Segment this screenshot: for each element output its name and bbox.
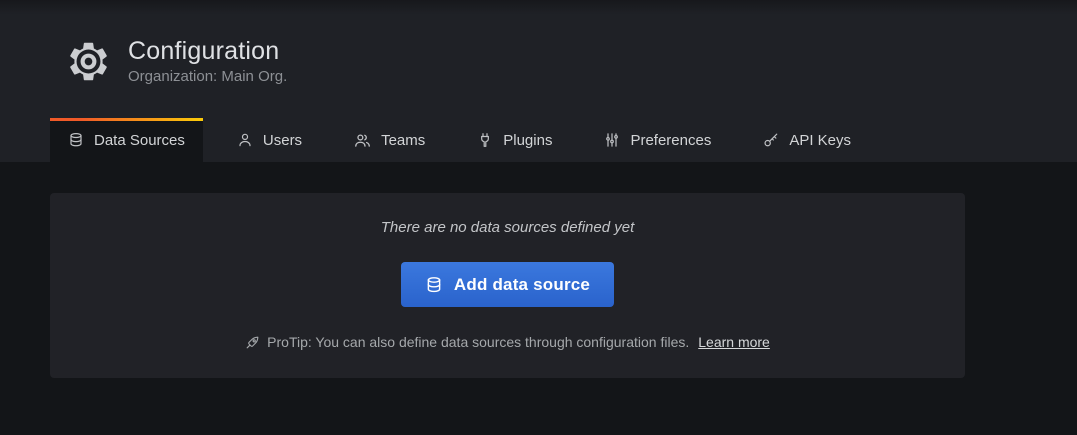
config-tab-bar: Data Sources Users Teams Plugins [50,118,885,162]
learn-more-link[interactable]: Learn more [698,334,770,351]
tab-plugins[interactable]: Plugins [459,118,570,162]
database-icon [425,276,443,294]
users-icon [354,132,371,149]
plug-icon [477,132,493,148]
tab-label: API Keys [789,132,851,149]
tab-users[interactable]: Users [219,118,320,162]
tab-preferences[interactable]: Preferences [586,118,729,162]
empty-state-panel: There are no data sources defined yet Ad… [50,193,965,378]
key-icon [763,132,779,148]
tab-label: Users [263,132,302,149]
tab-teams[interactable]: Teams [336,118,443,162]
content-area: There are no data sources defined yet Ad… [0,162,1077,435]
tab-label: Data Sources [94,132,185,149]
tab-label: Plugins [503,132,552,149]
protip-text: ProTip: You can also define data sources… [267,334,689,351]
sliders-icon [604,132,620,148]
tab-api-keys[interactable]: API Keys [745,118,869,162]
user-icon [237,132,253,148]
page-header: Configuration Organization: Main Org. Da… [0,0,1077,162]
tab-data-sources[interactable]: Data Sources [50,118,203,162]
protip-line: ProTip: You can also define data sources… [245,334,770,351]
page-title: Configuration [128,37,287,65]
gear-icon [65,38,112,85]
add-data-source-label: Add data source [454,275,590,295]
add-data-source-button[interactable]: Add data source [401,262,614,307]
page-subtitle: Organization: Main Org. [128,68,287,85]
tab-label: Teams [381,132,425,149]
empty-state-message: There are no data sources defined yet [381,219,635,237]
rocket-icon [245,335,260,350]
title-block: Configuration Organization: Main Org. [128,37,287,85]
tab-label: Preferences [630,132,711,149]
database-icon [68,132,84,148]
header-title-group: Configuration Organization: Main Org. [0,0,1077,85]
